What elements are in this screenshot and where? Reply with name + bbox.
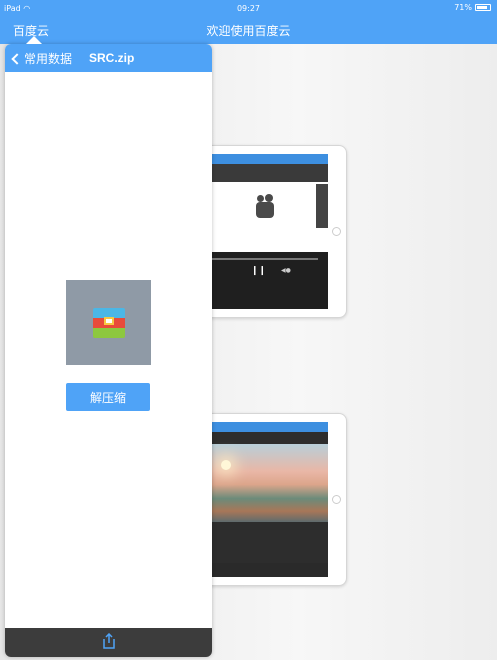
- home-button-icon: [332, 226, 341, 236]
- page-title: 欢迎使用百度云: [206, 24, 291, 38]
- status-time: 09:27: [236, 4, 261, 13]
- battery-icon: [475, 4, 491, 11]
- side-panel: [316, 184, 328, 228]
- nav-bar: 百度云 欢迎使用百度云: [0, 16, 497, 44]
- file-popover: 常用数据 SRC.zip 解压缩: [5, 44, 212, 657]
- status-bar: iPad ◠ 09:27 71%: [0, 0, 497, 16]
- back-button[interactable]: 常用数据: [11, 50, 72, 67]
- share-icon[interactable]: [102, 633, 116, 649]
- volume-icon: ◀●: [281, 267, 291, 274]
- unzip-button[interactable]: 解压缩: [66, 383, 150, 411]
- battery-percent: 71%: [454, 3, 472, 12]
- chevron-left-icon: [11, 52, 23, 65]
- back-label: 常用数据: [24, 52, 73, 66]
- popover-header: 常用数据 SRC.zip: [5, 44, 212, 72]
- home-button-icon: [332, 494, 341, 504]
- archive-icon: [92, 307, 125, 338]
- camera-icon: [256, 194, 274, 218]
- popover-footer: [5, 628, 212, 657]
- file-name: SRC.zip: [89, 51, 135, 65]
- zip-file-icon: [66, 280, 151, 365]
- sun-glow: [221, 460, 231, 470]
- pause-icon: ❙❙: [251, 266, 267, 276]
- status-right: 71%: [454, 3, 491, 12]
- popover-caret: [26, 36, 42, 44]
